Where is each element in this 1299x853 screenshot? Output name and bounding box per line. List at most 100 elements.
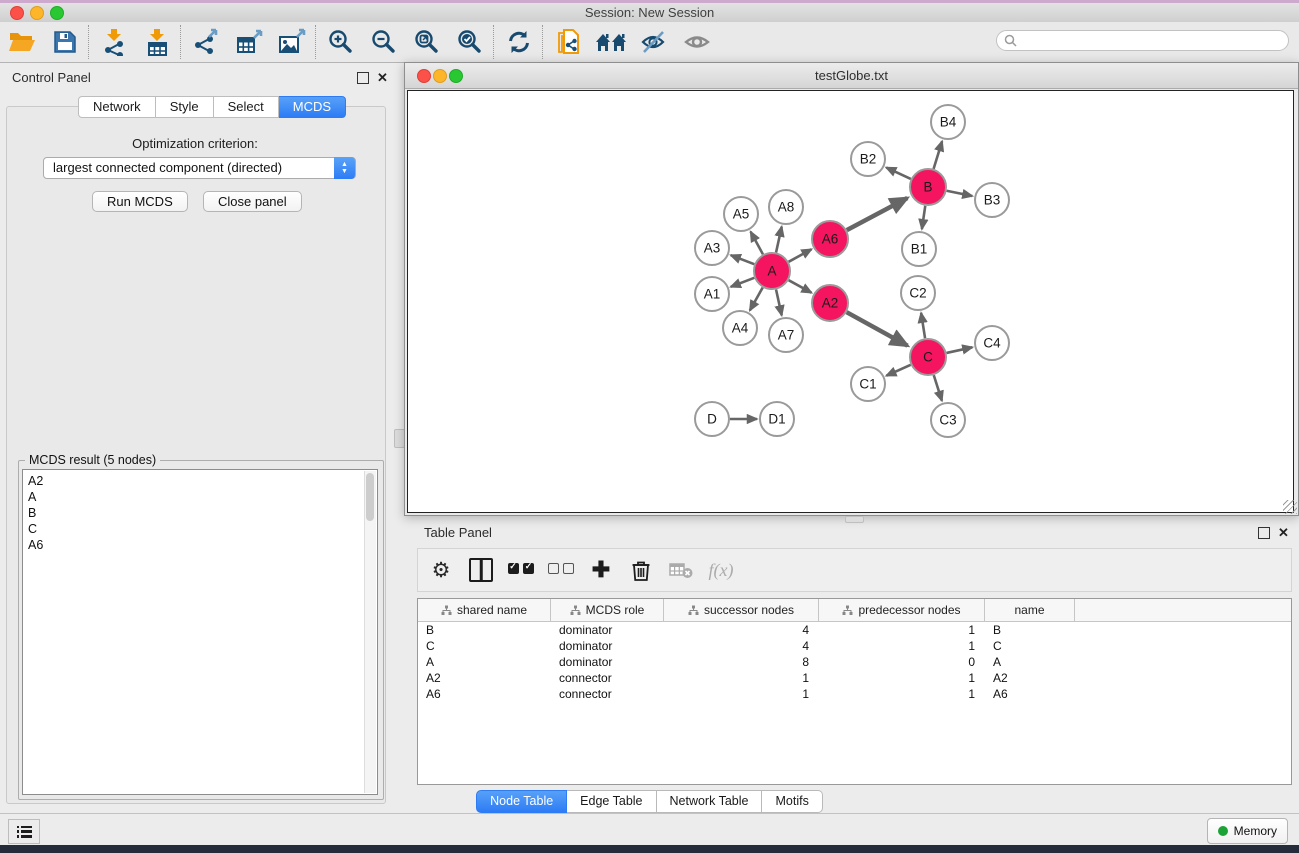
table-row[interactable]: Adominator80A [418,654,1291,670]
column-header-successor-nodes[interactable]: successor nodes [664,599,819,621]
network-node-D[interactable]: D [695,402,729,436]
mcds-result-item[interactable]: B [28,505,377,521]
function-builder-button[interactable]: f(x) [706,555,736,585]
export-table-button[interactable] [227,25,270,59]
network-edge-C-C3[interactable] [934,375,942,401]
search-input[interactable] [996,30,1289,51]
network-edge-A-A2[interactable] [789,280,812,293]
close-panel-icon[interactable]: ✕ [377,73,388,83]
tab-network[interactable]: Network [78,96,156,118]
refresh-button[interactable] [497,25,540,59]
network-node-C3[interactable]: C3 [931,403,965,437]
network-node-D1[interactable]: D1 [760,402,794,436]
export-network-button[interactable] [184,25,227,59]
tab-mcds[interactable]: MCDS [279,96,346,118]
mcds-result-item[interactable]: A [28,489,377,505]
network-node-A3[interactable]: A3 [695,231,729,265]
network-edge-C-C2[interactable] [921,313,925,338]
network-node-B3[interactable]: B3 [975,183,1009,217]
column-header-shared-name[interactable]: shared name [418,599,551,621]
tab-style[interactable]: Style [156,96,214,118]
zoom-out-button[interactable] [362,25,405,59]
node-table[interactable]: shared nameMCDS rolesuccessor nodesprede… [417,598,1292,785]
mcds-result-item[interactable]: A2 [28,473,377,489]
network-node-A8[interactable]: A8 [769,190,803,224]
network-node-B4[interactable]: B4 [931,105,965,139]
network-edge-B-B4[interactable] [934,141,942,169]
network-edge-A2-C[interactable] [847,312,908,346]
deselect-all-button[interactable] [546,555,576,585]
delete-column-button[interactable] [626,555,656,585]
network-node-A2[interactable]: A2 [812,285,848,321]
float-panel-icon[interactable] [357,72,369,84]
import-network-button[interactable] [92,25,135,59]
clone-network-button[interactable] [546,25,589,59]
network-edge-A-A5[interactable] [751,232,763,255]
table-settings-button[interactable]: ⚙ [426,555,456,585]
memory-button[interactable]: Memory [1207,818,1288,844]
show-columns-button[interactable] [466,555,496,585]
network-edge-A-A6[interactable] [789,249,812,262]
network-edge-C-C4[interactable] [947,347,973,353]
export-image-button[interactable] [270,25,313,59]
network-edge-A-A1[interactable] [731,278,754,287]
hide-panels-button[interactable] [632,25,675,59]
network-node-A6[interactable]: A6 [812,221,848,257]
close-panel-button[interactable]: Close panel [203,191,302,212]
mcds-list-scrollbar[interactable] [364,471,376,793]
tab-select[interactable]: Select [214,96,279,118]
column-header-MCDS-role[interactable]: MCDS role [551,599,664,621]
table-row[interactable]: A2connector11A2 [418,670,1291,686]
network-node-A4[interactable]: A4 [723,311,757,345]
delete-table-button[interactable] [666,555,696,585]
task-history-button[interactable] [8,819,40,844]
network-node-A1[interactable]: A1 [695,277,729,311]
home-button[interactable] [589,25,632,59]
network-edge-B-B1[interactable] [922,206,925,229]
show-panels-button[interactable] [675,25,718,59]
network-node-C1[interactable]: C1 [851,367,885,401]
criterion-dropdown[interactable]: largest connected component (directed) ▲… [43,157,356,179]
network-edge-B-B3[interactable] [947,191,973,196]
network-edge-A-A4[interactable] [750,288,763,311]
network-node-A5[interactable]: A5 [724,197,758,231]
network-edge-A-A7[interactable] [776,290,782,316]
network-edge-A-A8[interactable] [776,227,782,253]
table-row[interactable]: Bdominator41B [418,622,1291,638]
import-table-button[interactable] [135,25,178,59]
tab-edge-table[interactable]: Edge Table [567,790,656,813]
select-all-button[interactable] [506,555,536,585]
network-edge-B-B2[interactable] [886,168,911,179]
table-row[interactable]: Cdominator41C [418,638,1291,654]
tab-motifs[interactable]: Motifs [762,790,822,813]
close-table-panel-icon[interactable]: ✕ [1278,528,1289,538]
zoom-fit-button[interactable] [405,25,448,59]
mcds-result-item[interactable]: A6 [28,537,377,553]
network-node-C2[interactable]: C2 [901,276,935,310]
column-header-predecessor-nodes[interactable]: predecessor nodes [819,599,985,621]
add-column-button[interactable]: ✚ [586,555,616,585]
network-edge-A6-B[interactable] [847,198,908,230]
mcds-result-item[interactable]: C [28,521,377,537]
zoom-selected-button[interactable] [448,25,491,59]
network-node-A[interactable]: A [754,253,790,289]
network-node-C[interactable]: C [910,339,946,375]
zoom-in-button[interactable] [319,25,362,59]
window-resize-grip[interactable] [1283,500,1297,514]
network-edge-A-A3[interactable] [731,255,754,264]
network-window-titlebar[interactable]: testGlobe.txt [405,63,1298,89]
open-session-button[interactable] [0,25,43,59]
tab-node-table[interactable]: Node Table [476,790,567,813]
network-node-B1[interactable]: B1 [902,232,936,266]
column-header-name[interactable]: name [985,599,1075,621]
float-table-panel-icon[interactable] [1258,527,1270,539]
save-session-button[interactable] [43,25,86,59]
network-canvas[interactable]: B4B2BB3A8A5A6A3B1AC2A1A2A4A7C4CC1C3DD1 [407,90,1294,513]
network-node-B2[interactable]: B2 [851,142,885,176]
mcds-result-list[interactable]: A2ABCA6 [22,469,378,795]
network-edge-C-C1[interactable] [886,365,910,376]
table-row[interactable]: A6connector11A6 [418,686,1291,702]
tab-network-table[interactable]: Network Table [657,790,763,813]
network-node-C4[interactable]: C4 [975,326,1009,360]
network-node-A7[interactable]: A7 [769,318,803,352]
